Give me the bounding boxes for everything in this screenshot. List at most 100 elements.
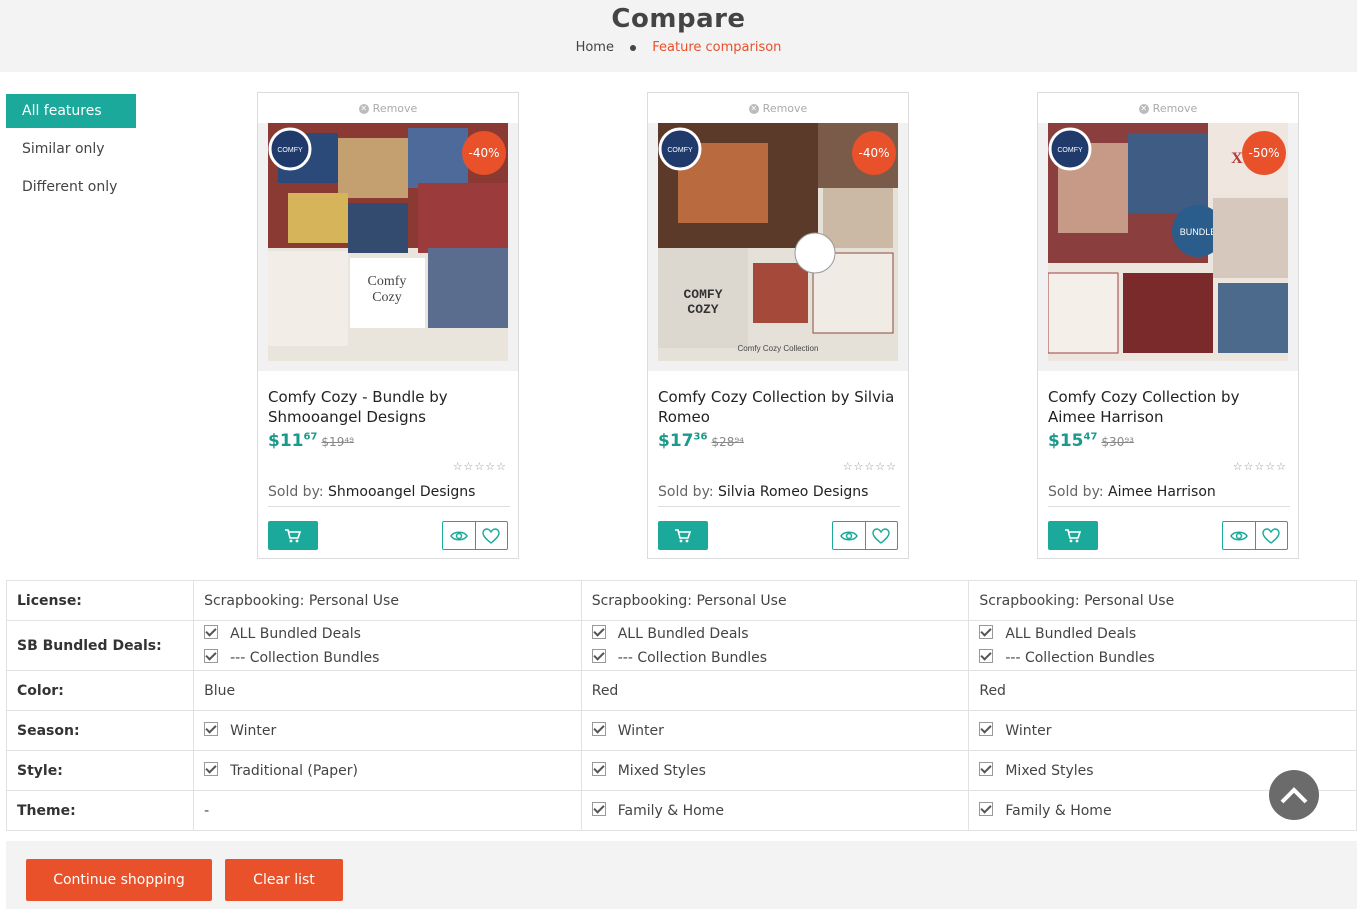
feature-value: Red	[968, 670, 1357, 711]
add-to-cart-button[interactable]	[658, 521, 708, 550]
breadcrumb: Home Feature comparison	[0, 40, 1357, 55]
svg-text:COMFY: COMFY	[277, 147, 303, 154]
remove-button[interactable]: ✕ Remove	[648, 102, 908, 115]
add-to-cart-button[interactable]	[268, 521, 318, 550]
comparison-table: License: Scrapbooking: Personal Use Scra…	[5, 580, 1357, 831]
remove-button[interactable]: ✕ Remove	[1038, 102, 1298, 115]
checkbox-checked	[204, 648, 219, 663]
checkbox-checked	[979, 624, 994, 639]
checkbox-checked	[979, 762, 994, 776]
cart-icon	[1065, 528, 1082, 542]
quick-view-button[interactable]	[1223, 522, 1256, 549]
feature-value: Blue	[193, 670, 582, 711]
cart-icon	[675, 528, 692, 542]
feature-value: Winter	[580, 710, 970, 751]
seller-link[interactable]: Aimee Harrison	[1108, 484, 1216, 500]
svg-text:COZY: COZY	[687, 302, 718, 317]
svg-text:Cozy: Cozy	[372, 290, 402, 305]
seller-link[interactable]: Shmooangel Designs	[328, 484, 475, 500]
clear-list-button[interactable]: Clear list	[225, 859, 343, 901]
feature-value: Scrapbooking: Personal Use	[968, 580, 1357, 621]
rating-stars: ☆☆☆☆☆	[452, 460, 507, 473]
feature-value: Red	[580, 670, 970, 711]
checkbox-checked	[979, 722, 994, 736]
feature-label: Season:	[5, 710, 195, 751]
product-title[interactable]: Comfy Cozy Collection by Aimee Harrison	[1048, 387, 1288, 427]
cart-icon	[285, 528, 302, 542]
table-row: Color: Blue Red Red	[5, 670, 1357, 711]
feature-value: Scrapbooking: Personal Use	[580, 580, 970, 621]
wishlist-button[interactable]	[866, 522, 898, 549]
close-icon: ✕	[748, 104, 759, 114]
svg-text:COMFY: COMFY	[683, 287, 722, 302]
feature-value: -	[193, 790, 582, 831]
checkbox-checked	[204, 624, 219, 639]
svg-text:Comfy: Comfy	[368, 274, 407, 289]
checkbox-checked	[204, 722, 219, 736]
price: $1547 $30⁹³	[1048, 431, 1134, 451]
wishlist-button[interactable]	[476, 522, 508, 549]
feature-value: ALL Bundled Deals --- Collection Bundles	[580, 620, 970, 671]
product-image-area[interactable]: COMFY COZY Comfy Cozy Collection COMFY -…	[648, 123, 908, 371]
discount-badge: -40%	[462, 131, 506, 175]
product-actions	[442, 521, 508, 550]
feature-value: Mixed Styles	[580, 750, 970, 791]
feature-value: ALL Bundled Deals --- Collection Bundles	[193, 620, 582, 671]
feature-value: ALL Bundled Deals --- Collection Bundles	[968, 620, 1357, 671]
chevron-up-icon	[1280, 787, 1308, 804]
old-price: $19⁴⁹	[321, 435, 354, 449]
svg-text:COMFY: COMFY	[1057, 147, 1083, 154]
svg-text:COMFY: COMFY	[667, 147, 693, 154]
breadcrumb-home[interactable]: Home	[576, 40, 614, 55]
eye-icon	[839, 531, 858, 540]
wishlist-button[interactable]	[1256, 522, 1288, 549]
checkbox-checked	[979, 802, 994, 816]
feature-label: License:	[5, 580, 195, 621]
product-title[interactable]: Comfy Cozy Collection by Silvia Romeo	[658, 387, 898, 427]
feature-filter: All features Similar only Different only	[6, 94, 136, 208]
sold-by: Sold by: Aimee Harrison	[1048, 484, 1290, 507]
table-row: Theme: - Family & Home Family & Home	[5, 790, 1357, 831]
eye-icon	[1229, 531, 1248, 540]
table-row: Style: Traditional (Paper) Mixed Styles …	[5, 750, 1357, 791]
feature-value: Family & Home	[580, 790, 970, 831]
table-row: SB Bundled Deals: ALL Bundled Deals --- …	[5, 620, 1357, 671]
price: $1736 $28⁹⁴	[658, 431, 744, 451]
discount-badge: -40%	[852, 131, 896, 175]
checkbox-checked	[204, 762, 219, 776]
price: $1167 $19⁴⁹	[268, 431, 354, 451]
scroll-to-top-button[interactable]	[1269, 770, 1319, 820]
feature-value: Traditional (Paper)	[193, 750, 582, 791]
product-image-area[interactable]: Comfy Cozy COMFY -40%	[258, 123, 518, 371]
feature-label: Theme:	[5, 790, 195, 831]
product-card: ✕ Remove COMFY COZY Comfy Cozy Collection…	[647, 92, 909, 559]
seller-link[interactable]: Silvia Romeo Designs	[718, 484, 868, 500]
filter-different-only[interactable]: Different only	[6, 170, 136, 204]
remove-button[interactable]: ✕ Remove	[258, 102, 518, 115]
product-card: ✕Remove XYZ BUNDLE COMFY -50% Comfy Cozy	[1037, 92, 1299, 559]
eye-icon	[449, 531, 468, 540]
product-actions	[832, 521, 898, 550]
sold-by: Sold by: Shmooangel Designs	[268, 484, 510, 507]
page-header: Compare Home Feature comparison	[0, 0, 1357, 72]
continue-shopping-button[interactable]: Continue shopping	[26, 859, 212, 901]
product-image-area[interactable]: XYZ BUNDLE COMFY -50%	[1038, 123, 1298, 371]
feature-label: Style:	[5, 750, 195, 791]
checkbox-checked	[591, 762, 606, 776]
product-title[interactable]: Comfy Cozy - Bundle by Shmooangel Design…	[268, 387, 508, 427]
close-icon: ✕	[1138, 104, 1149, 114]
filter-all-features[interactable]: All features	[6, 94, 136, 128]
quick-view-button[interactable]	[443, 522, 476, 549]
footer-actions: Continue shopping Clear list	[6, 841, 1357, 909]
heart-icon	[482, 527, 500, 544]
checkbox-checked	[979, 648, 994, 663]
add-to-cart-button[interactable]	[1048, 521, 1098, 550]
quick-view-button[interactable]	[833, 522, 866, 549]
old-price: $28⁹⁴	[711, 435, 744, 449]
feature-label: SB Bundled Deals:	[5, 620, 195, 671]
close-icon: ✕	[358, 104, 369, 114]
discount-badge: -50%	[1242, 131, 1286, 175]
old-price: $30⁹³	[1101, 435, 1134, 449]
page-title: Compare	[611, 4, 746, 34]
filter-similar-only[interactable]: Similar only	[6, 132, 136, 166]
